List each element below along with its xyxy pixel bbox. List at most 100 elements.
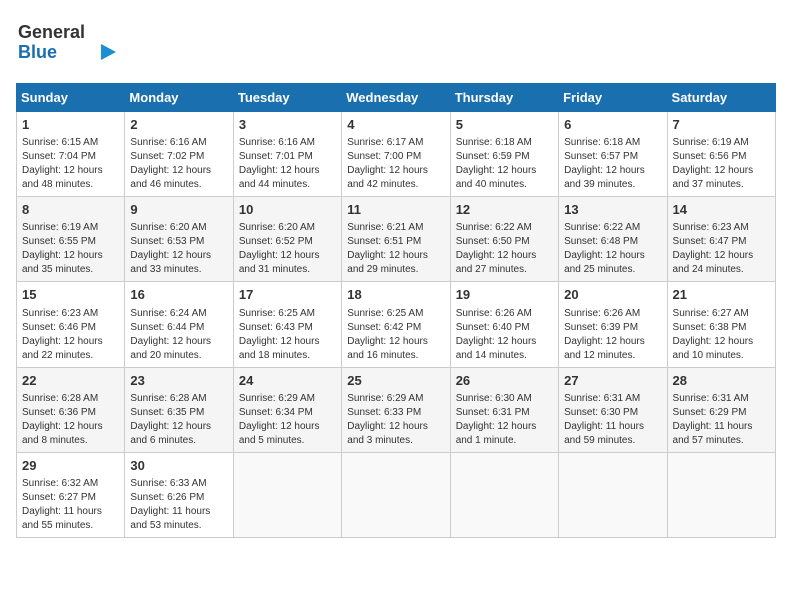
day-info: Sunrise: 6:23 AMSunset: 6:46 PMDaylight:… (22, 307, 119, 363)
calendar-cell: 18 Sunrise: 6:25 AMSunset: 6:42 PMDaylig… (342, 282, 450, 367)
calendar-cell: 7 Sunrise: 6:19 AMSunset: 6:56 PMDayligh… (667, 112, 775, 197)
calendar-week-5: 29 Sunrise: 6:32 AMSunset: 6:27 PMDaylig… (17, 452, 776, 537)
day-number: 11 (347, 201, 444, 219)
day-info: Sunrise: 6:31 AMSunset: 6:29 PMDaylight:… (673, 392, 770, 448)
calendar-cell: 26 Sunrise: 6:30 AMSunset: 6:31 PMDaylig… (450, 367, 558, 452)
day-number: 9 (130, 201, 227, 219)
day-info: Sunrise: 6:25 AMSunset: 6:42 PMDaylight:… (347, 307, 444, 363)
calendar-cell: 13 Sunrise: 6:22 AMSunset: 6:48 PMDaylig… (559, 197, 667, 282)
day-number: 24 (239, 372, 336, 390)
day-number: 7 (673, 116, 770, 134)
day-number: 8 (22, 201, 119, 219)
day-info: Sunrise: 6:23 AMSunset: 6:47 PMDaylight:… (673, 221, 770, 277)
day-info: Sunrise: 6:18 AMSunset: 6:57 PMDaylight:… (564, 136, 661, 192)
day-info: Sunrise: 6:16 AMSunset: 7:02 PMDaylight:… (130, 136, 227, 192)
day-number: 2 (130, 116, 227, 134)
day-info: Sunrise: 6:24 AMSunset: 6:44 PMDaylight:… (130, 307, 227, 363)
calendar-cell: 24 Sunrise: 6:29 AMSunset: 6:34 PMDaylig… (233, 367, 341, 452)
calendar-cell: 19 Sunrise: 6:26 AMSunset: 6:40 PMDaylig… (450, 282, 558, 367)
day-info: Sunrise: 6:29 AMSunset: 6:34 PMDaylight:… (239, 392, 336, 448)
svg-text:Blue: Blue (18, 42, 57, 62)
calendar-weekday-tuesday: Tuesday (233, 84, 341, 112)
day-info: Sunrise: 6:32 AMSunset: 6:27 PMDaylight:… (22, 477, 119, 533)
day-number: 23 (130, 372, 227, 390)
calendar-header-row: SundayMondayTuesdayWednesdayThursdayFrid… (17, 84, 776, 112)
day-number: 26 (456, 372, 553, 390)
day-number: 22 (22, 372, 119, 390)
day-info: Sunrise: 6:27 AMSunset: 6:38 PMDaylight:… (673, 307, 770, 363)
day-info: Sunrise: 6:18 AMSunset: 6:59 PMDaylight:… (456, 136, 553, 192)
calendar-week-1: 1 Sunrise: 6:15 AMSunset: 7:04 PMDayligh… (17, 112, 776, 197)
day-number: 10 (239, 201, 336, 219)
svg-text:General: General (18, 22, 85, 42)
day-number: 18 (347, 286, 444, 304)
day-info: Sunrise: 6:26 AMSunset: 6:39 PMDaylight:… (564, 307, 661, 363)
day-number: 5 (456, 116, 553, 134)
day-number: 28 (673, 372, 770, 390)
calendar-cell: 10 Sunrise: 6:20 AMSunset: 6:52 PMDaylig… (233, 197, 341, 282)
calendar-cell: 23 Sunrise: 6:28 AMSunset: 6:35 PMDaylig… (125, 367, 233, 452)
calendar-cell: 28 Sunrise: 6:31 AMSunset: 6:29 PMDaylig… (667, 367, 775, 452)
calendar-cell (450, 452, 558, 537)
day-info: Sunrise: 6:28 AMSunset: 6:35 PMDaylight:… (130, 392, 227, 448)
day-info: Sunrise: 6:20 AMSunset: 6:53 PMDaylight:… (130, 221, 227, 277)
day-info: Sunrise: 6:19 AMSunset: 6:56 PMDaylight:… (673, 136, 770, 192)
page-header: General Blue (16, 16, 776, 71)
day-number: 21 (673, 286, 770, 304)
day-number: 4 (347, 116, 444, 134)
day-info: Sunrise: 6:19 AMSunset: 6:55 PMDaylight:… (22, 221, 119, 277)
calendar-cell: 14 Sunrise: 6:23 AMSunset: 6:47 PMDaylig… (667, 197, 775, 282)
calendar-cell: 21 Sunrise: 6:27 AMSunset: 6:38 PMDaylig… (667, 282, 775, 367)
calendar-weekday-wednesday: Wednesday (342, 84, 450, 112)
day-info: Sunrise: 6:31 AMSunset: 6:30 PMDaylight:… (564, 392, 661, 448)
day-number: 30 (130, 457, 227, 475)
calendar-week-2: 8 Sunrise: 6:19 AMSunset: 6:55 PMDayligh… (17, 197, 776, 282)
day-number: 14 (673, 201, 770, 219)
day-number: 3 (239, 116, 336, 134)
day-info: Sunrise: 6:26 AMSunset: 6:40 PMDaylight:… (456, 307, 553, 363)
day-info: Sunrise: 6:21 AMSunset: 6:51 PMDaylight:… (347, 221, 444, 277)
day-info: Sunrise: 6:20 AMSunset: 6:52 PMDaylight:… (239, 221, 336, 277)
calendar-cell: 3 Sunrise: 6:16 AMSunset: 7:01 PMDayligh… (233, 112, 341, 197)
day-info: Sunrise: 6:33 AMSunset: 6:26 PMDaylight:… (130, 477, 227, 533)
day-number: 6 (564, 116, 661, 134)
day-number: 13 (564, 201, 661, 219)
day-number: 15 (22, 286, 119, 304)
calendar-cell: 15 Sunrise: 6:23 AMSunset: 6:46 PMDaylig… (17, 282, 125, 367)
calendar-cell: 12 Sunrise: 6:22 AMSunset: 6:50 PMDaylig… (450, 197, 558, 282)
calendar-cell (233, 452, 341, 537)
calendar-cell: 2 Sunrise: 6:16 AMSunset: 7:02 PMDayligh… (125, 112, 233, 197)
day-number: 1 (22, 116, 119, 134)
day-number: 16 (130, 286, 227, 304)
day-info: Sunrise: 6:29 AMSunset: 6:33 PMDaylight:… (347, 392, 444, 448)
calendar-table: SundayMondayTuesdayWednesdayThursdayFrid… (16, 83, 776, 538)
calendar-cell: 22 Sunrise: 6:28 AMSunset: 6:36 PMDaylig… (17, 367, 125, 452)
day-number: 25 (347, 372, 444, 390)
calendar-cell: 27 Sunrise: 6:31 AMSunset: 6:30 PMDaylig… (559, 367, 667, 452)
calendar-weekday-saturday: Saturday (667, 84, 775, 112)
day-info: Sunrise: 6:22 AMSunset: 6:50 PMDaylight:… (456, 221, 553, 277)
calendar-weekday-monday: Monday (125, 84, 233, 112)
calendar-cell (342, 452, 450, 537)
day-number: 20 (564, 286, 661, 304)
calendar-cell: 11 Sunrise: 6:21 AMSunset: 6:51 PMDaylig… (342, 197, 450, 282)
calendar-weekday-sunday: Sunday (17, 84, 125, 112)
calendar-weekday-friday: Friday (559, 84, 667, 112)
calendar-cell: 25 Sunrise: 6:29 AMSunset: 6:33 PMDaylig… (342, 367, 450, 452)
day-info: Sunrise: 6:17 AMSunset: 7:00 PMDaylight:… (347, 136, 444, 192)
calendar-cell: 4 Sunrise: 6:17 AMSunset: 7:00 PMDayligh… (342, 112, 450, 197)
day-info: Sunrise: 6:30 AMSunset: 6:31 PMDaylight:… (456, 392, 553, 448)
calendar-cell: 9 Sunrise: 6:20 AMSunset: 6:53 PMDayligh… (125, 197, 233, 282)
calendar-cell: 29 Sunrise: 6:32 AMSunset: 6:27 PMDaylig… (17, 452, 125, 537)
day-number: 12 (456, 201, 553, 219)
calendar-cell: 1 Sunrise: 6:15 AMSunset: 7:04 PMDayligh… (17, 112, 125, 197)
calendar-cell: 20 Sunrise: 6:26 AMSunset: 6:39 PMDaylig… (559, 282, 667, 367)
calendar-weekday-thursday: Thursday (450, 84, 558, 112)
day-info: Sunrise: 6:16 AMSunset: 7:01 PMDaylight:… (239, 136, 336, 192)
calendar-week-3: 15 Sunrise: 6:23 AMSunset: 6:46 PMDaylig… (17, 282, 776, 367)
day-info: Sunrise: 6:22 AMSunset: 6:48 PMDaylight:… (564, 221, 661, 277)
calendar-cell: 6 Sunrise: 6:18 AMSunset: 6:57 PMDayligh… (559, 112, 667, 197)
day-info: Sunrise: 6:25 AMSunset: 6:43 PMDaylight:… (239, 307, 336, 363)
calendar-cell: 8 Sunrise: 6:19 AMSunset: 6:55 PMDayligh… (17, 197, 125, 282)
day-number: 17 (239, 286, 336, 304)
